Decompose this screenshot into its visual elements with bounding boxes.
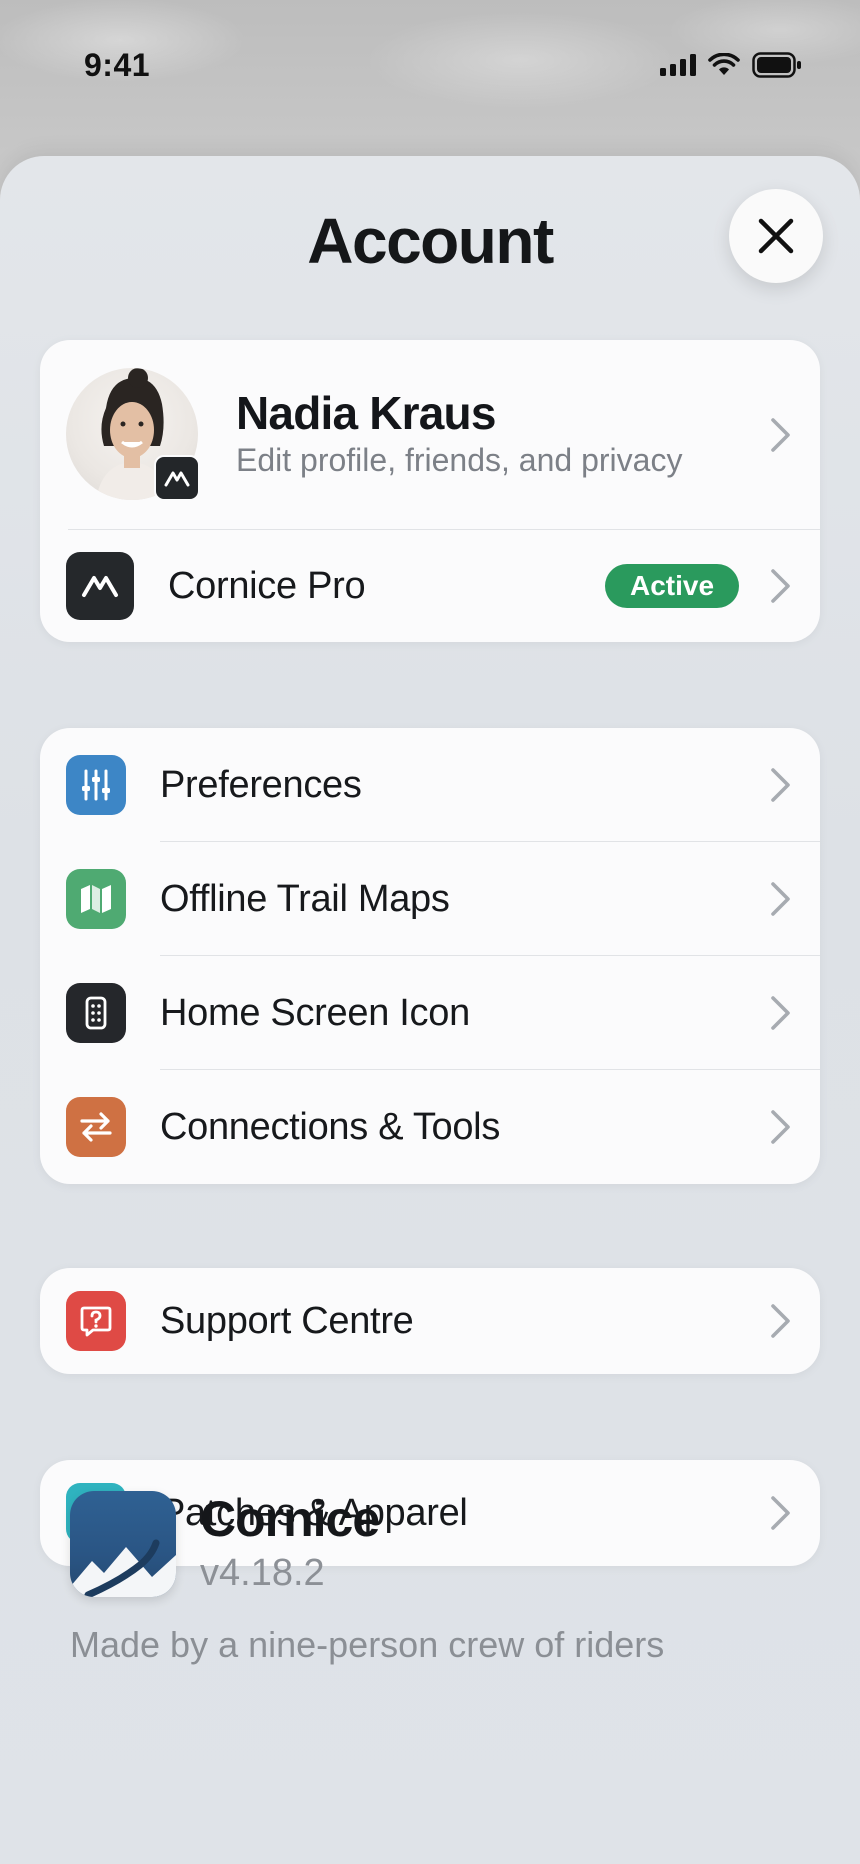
chevron-right-icon	[771, 882, 790, 916]
subscription-label: Cornice Pro	[168, 564, 366, 607]
chevron-right-icon	[771, 569, 790, 603]
account-sheet: Account Nadia Kraus Edit profile, friend…	[0, 156, 860, 1864]
support-centre-row[interactable]: Support Centre	[40, 1268, 820, 1374]
app-logo-icon	[70, 1491, 176, 1597]
map-icon	[66, 869, 126, 929]
settings-item-label: Preferences	[160, 763, 362, 806]
status-bar: 9:41	[0, 0, 860, 130]
settings-item-offline-maps[interactable]: Offline Trail Maps	[40, 842, 820, 956]
close-icon	[758, 218, 794, 254]
profile-card: Nadia Kraus Edit profile, friends, and p…	[40, 340, 820, 642]
battery-icon	[752, 52, 801, 78]
cellular-signal-icon	[660, 54, 696, 76]
chevron-right-icon	[771, 418, 790, 452]
cornice-logo-icon	[66, 552, 134, 620]
profile-name: Nadia Kraus	[236, 387, 496, 439]
settings-item-label: Connections & Tools	[160, 1105, 501, 1148]
status-badge: Active	[605, 564, 739, 608]
about-description: Made by a nine-person crew of riders	[70, 1624, 665, 1665]
phone-icon	[66, 983, 126, 1043]
settings-item-label: Home Screen Icon	[160, 991, 470, 1034]
wifi-icon	[708, 53, 740, 75]
subscription-row[interactable]: Cornice Pro Active	[40, 530, 820, 642]
profile-row[interactable]: Nadia Kraus Edit profile, friends, and p…	[40, 340, 820, 530]
chevron-right-icon	[771, 1110, 790, 1144]
chevron-right-icon	[771, 768, 790, 802]
app-name: Cornice	[200, 1491, 380, 1547]
chevron-right-icon	[771, 1304, 790, 1338]
chevron-right-icon	[771, 1496, 790, 1530]
settings-card: Preferences Offline Trail Maps Home Scre…	[40, 728, 820, 1184]
help-bubble-icon	[66, 1291, 126, 1351]
app-version: v4.18.2	[200, 1552, 325, 1594]
status-icons	[660, 52, 802, 78]
settings-item-connections[interactable]: Connections & Tools	[40, 1070, 820, 1184]
status-time: 9:41	[84, 46, 151, 83]
settings-item-label: Offline Trail Maps	[160, 877, 450, 920]
close-button[interactable]	[729, 189, 823, 283]
settings-item-preferences[interactable]: Preferences	[40, 728, 820, 842]
support-label: Support Centre	[160, 1299, 414, 1342]
support-card: Support Centre	[40, 1268, 820, 1374]
sliders-icon	[66, 755, 126, 815]
chevron-right-icon	[771, 996, 790, 1030]
settings-item-home-screen-icon[interactable]: Home Screen Icon	[40, 956, 820, 1070]
cornice-badge-icon	[154, 455, 200, 501]
profile-subtitle: Edit profile, friends, and privacy	[236, 442, 683, 478]
arrows-swap-icon	[66, 1097, 126, 1157]
